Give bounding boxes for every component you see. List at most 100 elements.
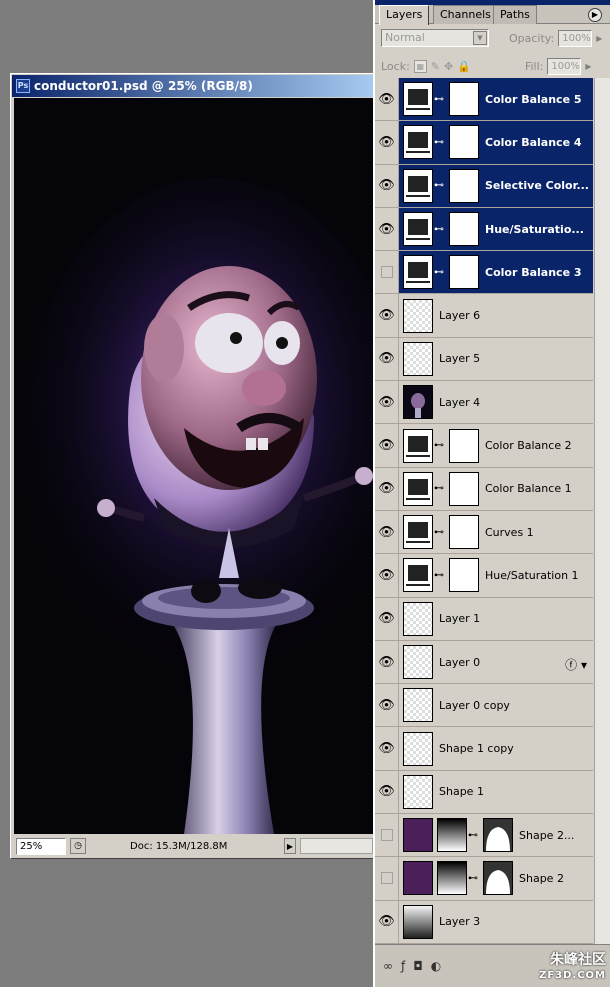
lock-move-icon[interactable]: ✥ [444, 60, 453, 73]
link-icon[interactable]: ⊷ [434, 224, 444, 235]
layer-thumbnail[interactable] [403, 298, 433, 333]
eye-icon[interactable]: 👁 [375, 78, 399, 121]
link-icon[interactable]: ⊷ [434, 137, 444, 148]
layer-row[interactable]: ⊷ Shape 2 [375, 857, 593, 901]
add-mask-icon[interactable]: ◘ [413, 959, 423, 973]
layer-style-icon[interactable]: ƒ [401, 959, 405, 973]
lock-all-icon[interactable]: 🔒 [457, 60, 471, 73]
layer-row[interactable]: 👁 ⊷ Color Balance 2 [375, 424, 593, 468]
eye-icon[interactable]: 👁 [375, 424, 399, 467]
vector-mask-thumbnail[interactable] [483, 818, 513, 853]
link-icon[interactable]: ⊷ [434, 94, 444, 105]
link-icon[interactable]: ⊷ [434, 483, 444, 494]
layer-row[interactable]: 👁 Layer 1 [375, 597, 593, 641]
layer-row[interactable]: 👁 ⊷ Hue/Saturation 1 [375, 554, 593, 598]
adjustment-thumbnail[interactable] [403, 125, 433, 160]
eye-icon[interactable]: 👁 [375, 207, 399, 251]
visibility-toggle[interactable] [375, 814, 399, 857]
document-title-bar[interactable]: Ps conductor01.psd @ 25% (RGB/8) [12, 75, 373, 97]
gradient-mask-thumbnail[interactable] [437, 861, 467, 896]
layer-mask-thumbnail[interactable] [449, 471, 479, 506]
layer-mask-thumbnail[interactable] [449, 125, 479, 160]
eye-icon[interactable]: 👁 [375, 597, 399, 640]
link-icon[interactable]: ⊷ [468, 830, 478, 841]
eye-icon[interactable]: 👁 [375, 121, 399, 164]
layer-mask-thumbnail[interactable] [449, 515, 479, 550]
eye-icon[interactable]: 👁 [375, 337, 399, 381]
adjustment-thumbnail[interactable] [403, 255, 433, 290]
link-icon[interactable]: ⊷ [434, 527, 444, 538]
eye-icon[interactable]: 👁 [375, 727, 399, 770]
layer-list[interactable]: 👁 ⊷ Color Balance 5 👁 ⊷ Color Balance 4 👁 ⊷ Sele… [375, 78, 593, 944]
layer-row[interactable]: 👁 ⊷ Color Balance 1 [375, 467, 593, 511]
layer-row[interactable]: 👁 Layer 6 [375, 294, 593, 338]
layer-row[interactable]: 👁 Layer 3 [375, 900, 593, 944]
eye-icon[interactable]: 👁 [375, 381, 399, 424]
layer-row[interactable]: 👁 ⊷ Curves 1 [375, 510, 593, 555]
link-icon[interactable]: ⊷ [434, 440, 444, 451]
layer-thumbnail[interactable] [403, 645, 433, 679]
layer-row[interactable]: 👁 Layer 5 [375, 337, 593, 382]
layer-row[interactable]: 👁 ⊷ Color Balance 4 [375, 121, 593, 165]
layer-thumbnail[interactable] [403, 688, 433, 723]
layer-row[interactable]: ⊷ Color Balance 3 [375, 251, 593, 295]
adjustment-thumbnail[interactable] [403, 471, 433, 506]
adjustment-thumbnail[interactable] [403, 168, 433, 203]
eye-icon[interactable]: 👁 [375, 900, 399, 943]
layer-effects-icon[interactable]: ⓕ ▾ [565, 656, 587, 673]
lock-brush-icon[interactable]: ✎ [431, 60, 440, 73]
panel-menu-icon[interactable]: ▶ [588, 8, 602, 22]
eye-icon[interactable]: 👁 [375, 640, 399, 684]
tab-channels[interactable]: Channels [433, 5, 498, 24]
link-icon[interactable]: ⊷ [434, 570, 444, 581]
layer-row[interactable]: 👁 ⊷ Hue/Saturatio... [375, 207, 593, 252]
layer-thumbnail[interactable] [403, 774, 433, 809]
gradient-mask-thumbnail[interactable] [437, 818, 467, 853]
adjustment-thumbnail[interactable] [403, 82, 433, 117]
layer-row[interactable]: 👁 ⊷ Selective Color... [375, 164, 593, 208]
layer-row[interactable]: ⊷ Shape 2... [375, 814, 593, 858]
layer-thumbnail[interactable] [403, 341, 433, 376]
eye-icon[interactable]: 👁 [375, 684, 399, 727]
layer-thumbnail[interactable] [403, 731, 433, 766]
opacity-field[interactable]: 100% [558, 29, 593, 47]
fill-arrow-icon[interactable]: ▶ [585, 62, 591, 71]
layer-mask-thumbnail[interactable] [449, 255, 479, 290]
vector-mask-thumbnail[interactable] [483, 861, 513, 896]
layer-mask-thumbnail[interactable] [449, 168, 479, 203]
layer-mask-thumbnail[interactable] [449, 558, 479, 593]
layer-row[interactable]: 👁 Shape 1 copy [375, 727, 593, 771]
layer-row[interactable]: 👁 Layer 0 copy [375, 684, 593, 728]
eye-icon[interactable]: 👁 [375, 294, 399, 337]
fill-field[interactable]: 100% [547, 57, 582, 75]
layer-thumbnail[interactable] [403, 385, 433, 420]
layer-thumbnail[interactable] [403, 601, 433, 636]
adjustment-layer-icon[interactable]: ◐ [431, 959, 441, 973]
document-window[interactable]: Ps conductor01.psd @ 25% (RGB/8) 25% ◷ D… [10, 73, 375, 859]
layer-mask-thumbnail[interactable] [449, 212, 479, 247]
layer-thumbnail[interactable] [403, 861, 433, 896]
layer-thumbnail[interactable] [403, 904, 433, 939]
link-icon[interactable]: ⊷ [468, 873, 478, 884]
link-layers-icon[interactable]: ∞ [383, 959, 393, 973]
link-icon[interactable]: ⊷ [434, 267, 444, 278]
status-arrow-icon[interactable]: ▶ [284, 838, 296, 854]
visibility-toggle[interactable] [375, 857, 399, 900]
adjustment-thumbnail[interactable] [403, 558, 433, 593]
link-icon[interactable]: ⊷ [434, 180, 444, 191]
eye-icon[interactable]: 👁 [375, 554, 399, 597]
layer-mask-thumbnail[interactable] [449, 428, 479, 463]
eye-icon[interactable]: 👁 [375, 510, 399, 554]
layer-mask-thumbnail[interactable] [449, 82, 479, 117]
tab-paths[interactable]: Paths [493, 5, 537, 24]
horizontal-scrollbar[interactable] [300, 838, 373, 854]
adjustment-thumbnail[interactable] [403, 212, 433, 247]
vertical-scrollbar[interactable] [594, 78, 610, 944]
layer-row[interactable]: 👁 Layer 4 [375, 381, 593, 425]
blend-mode-select[interactable]: Normal ▼ [381, 29, 489, 47]
eye-icon[interactable]: 👁 [375, 467, 399, 510]
status-menu-icon[interactable]: ◷ [70, 838, 86, 854]
zoom-field[interactable]: 25% [16, 837, 66, 855]
adjustment-thumbnail[interactable] [403, 428, 433, 463]
adjustment-thumbnail[interactable] [403, 515, 433, 550]
